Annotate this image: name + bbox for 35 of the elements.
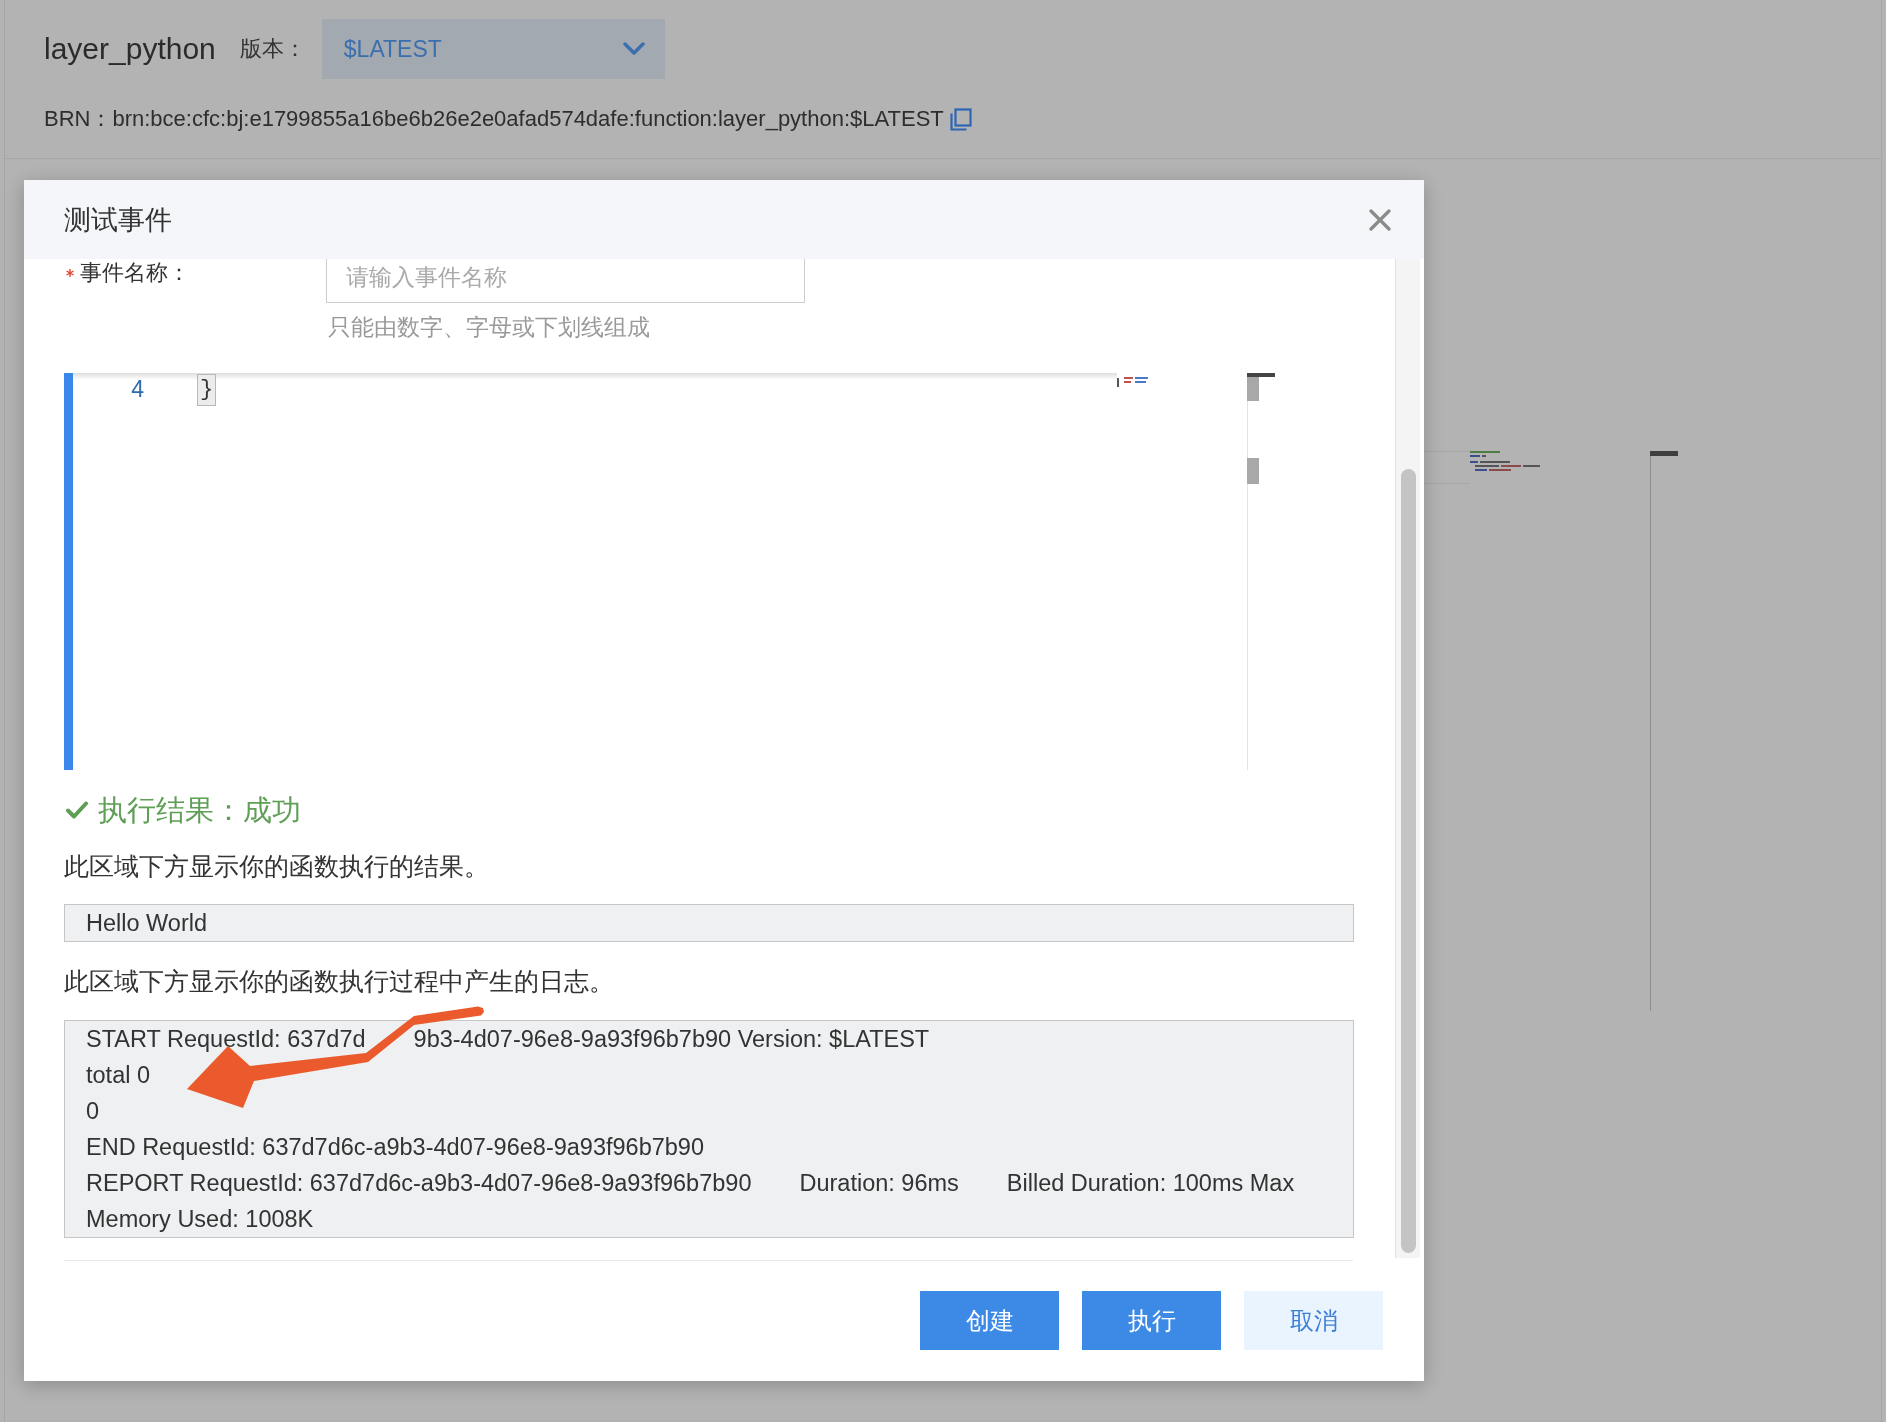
chevron-down-icon [622,42,645,56]
log-text: REPORT RequestId: 637d7d6c-a9b3-4d07-96e8-9a93f96b7b90 [86,1170,752,1196]
brn-label: BRN： [44,105,113,133]
event-name-input[interactable]: 请输入事件名称 [326,259,805,303]
copy-icon[interactable] [949,107,972,131]
dialog-title: 测试事件 [64,203,172,237]
dialog-button[interactable]: 取消 [1244,1291,1383,1350]
scrollbar-thumb[interactable] [1401,469,1416,1253]
log-text: 0 [86,1098,100,1124]
version-label: 版本： [239,35,306,63]
dialog-button[interactable]: 执行 [1082,1291,1221,1350]
field-hint: 只能由数字、字母或下划线组成 [328,313,650,341]
close-icon[interactable] [1369,208,1391,231]
editor-scrollbar[interactable] [1247,373,1275,770]
log-text: START RequestId: 637d7d [86,1026,366,1052]
log-text: 9b3-4d07-96e8-9a93f96b7b90 Version: $LATEST [413,1026,930,1052]
function-output: Hello World [64,904,1354,942]
result-description: 此区域下方显示你的函数执行的结果。 [64,851,489,882]
editor-scrollbar[interactable] [1650,451,1678,1011]
code-text: } [197,374,217,406]
scrollbar-track[interactable] [1395,259,1420,1258]
dialog-button[interactable]: 创建 [920,1291,1059,1350]
page-title: layer_python [44,32,216,66]
result-status: 执行结果：成功 [98,793,301,828]
line-number: 4 [130,375,144,404]
log-text: Memory Used: 1008K [86,1206,314,1232]
log-text: Billed Duration: 100ms Max [1006,1170,1295,1196]
log-text: Duration: 96ms [799,1170,959,1196]
log-text: total 0 [86,1062,151,1088]
log-text: END RequestId: 637d7d6c-a9b3-4d07-96e8-9a93f96b7b90 [86,1134,704,1160]
log-description: 此区域下方显示你的函数执行过程中产生的日志。 [64,966,614,997]
code-editor[interactable]: 4 } [64,373,1275,770]
field-label: 事件名称： [80,259,190,287]
version-select[interactable]: $LATEST [321,19,665,79]
brn-value: brn:bce:cfc:bj:e1799855a16be6b26e2e0afad574dafe:function:layer_python:$LATEST [112,106,944,132]
